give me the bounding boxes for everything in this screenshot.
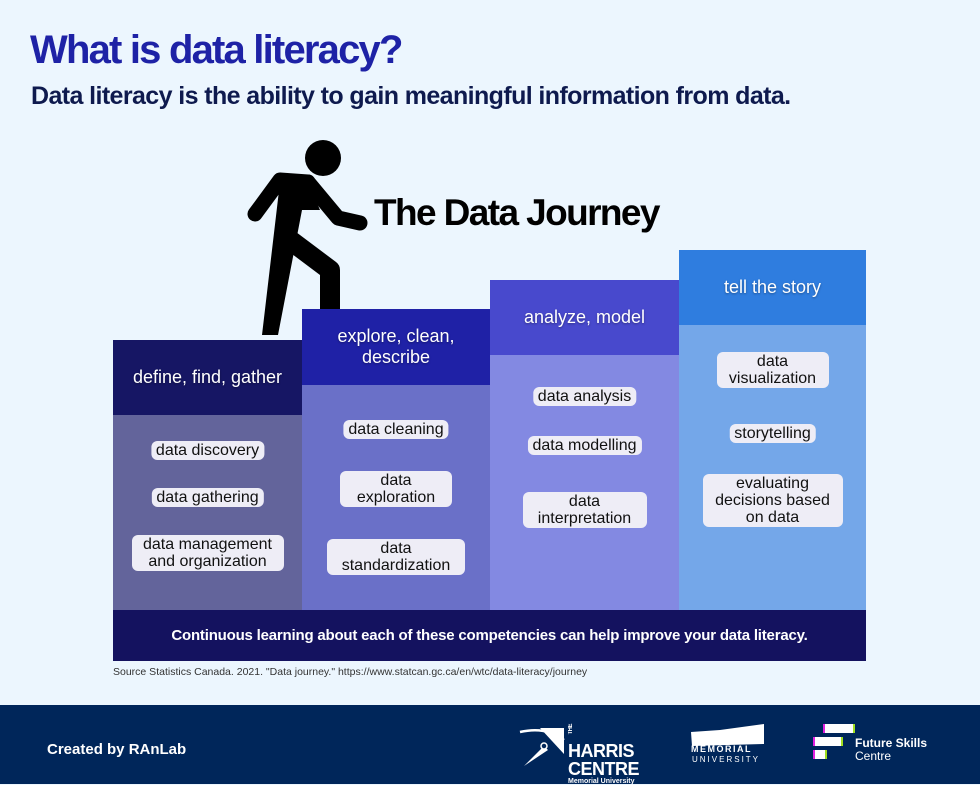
stage-header: define, find, gather: [113, 340, 302, 415]
competency-pill: data management and organization: [131, 535, 284, 571]
competency-pill: data cleaning: [343, 420, 449, 439]
stage-header: analyze, model: [490, 280, 679, 355]
competency-pill: evaluating decisions based on data: [702, 474, 843, 527]
competency-pill: data analysis: [532, 387, 637, 406]
page-subtitle: Data literacy is the ability to gain mea…: [31, 82, 791, 110]
competency-pill: data standardization: [327, 539, 465, 575]
footer: Created by RAnLab THEHARRIS CENTRE Memor…: [0, 705, 980, 785]
stage-header: tell the story: [679, 250, 866, 325]
competency-pill: data modelling: [527, 436, 642, 455]
stage-header: explore, clean, describe: [302, 309, 490, 385]
competency-pill: storytelling: [729, 424, 816, 443]
harris-centre-wordmark: THEHARRIS CENTRE Memorial University: [568, 724, 640, 785]
stage-define-find-gather: define, find, gather data discovery data…: [113, 340, 302, 610]
competency-pill: data interpretation: [522, 492, 647, 528]
memorial-university-logo: MEMORIAL UNIVERSITY: [690, 722, 766, 768]
continuous-learning-banner: Continuous learning about each of these …: [113, 610, 866, 661]
future-skills-mark-icon: [813, 724, 855, 759]
stage-explore-clean-describe: explore, clean, describe data cleaning d…: [302, 309, 490, 610]
competency-pill: data gathering: [151, 488, 264, 507]
source-citation: Source Statistics Canada. 2021. "Data jo…: [113, 666, 588, 678]
compass-icon: [519, 728, 565, 766]
stage-body: data visualization storytelling evaluati…: [679, 325, 866, 610]
stage-body: data discovery data gathering data manag…: [113, 415, 302, 610]
harris-centre-logo: THEHARRIS CENTRE Memorial University: [518, 724, 640, 785]
stage-tell-the-story: tell the story data visualization storyt…: [679, 250, 866, 610]
stage-body: data cleaning data exploration data stan…: [302, 385, 490, 610]
future-skills-wordmark: Future Skills Centre: [855, 736, 928, 763]
competency-pill: data exploration: [340, 471, 452, 507]
journey-title: The Data Journey: [374, 192, 660, 233]
page-title: What is data literacy?: [30, 28, 403, 72]
stage-body: data analysis data modelling data interp…: [490, 355, 679, 610]
competency-pill: data visualization: [716, 352, 829, 388]
future-skills-centre-logo: Future Skills Centre: [813, 724, 943, 764]
competency-pill: data discovery: [150, 441, 265, 460]
credit-text: Created by RAnLab: [47, 741, 187, 758]
stage-analyze-model: analyze, model data analysis data modell…: [490, 280, 679, 610]
